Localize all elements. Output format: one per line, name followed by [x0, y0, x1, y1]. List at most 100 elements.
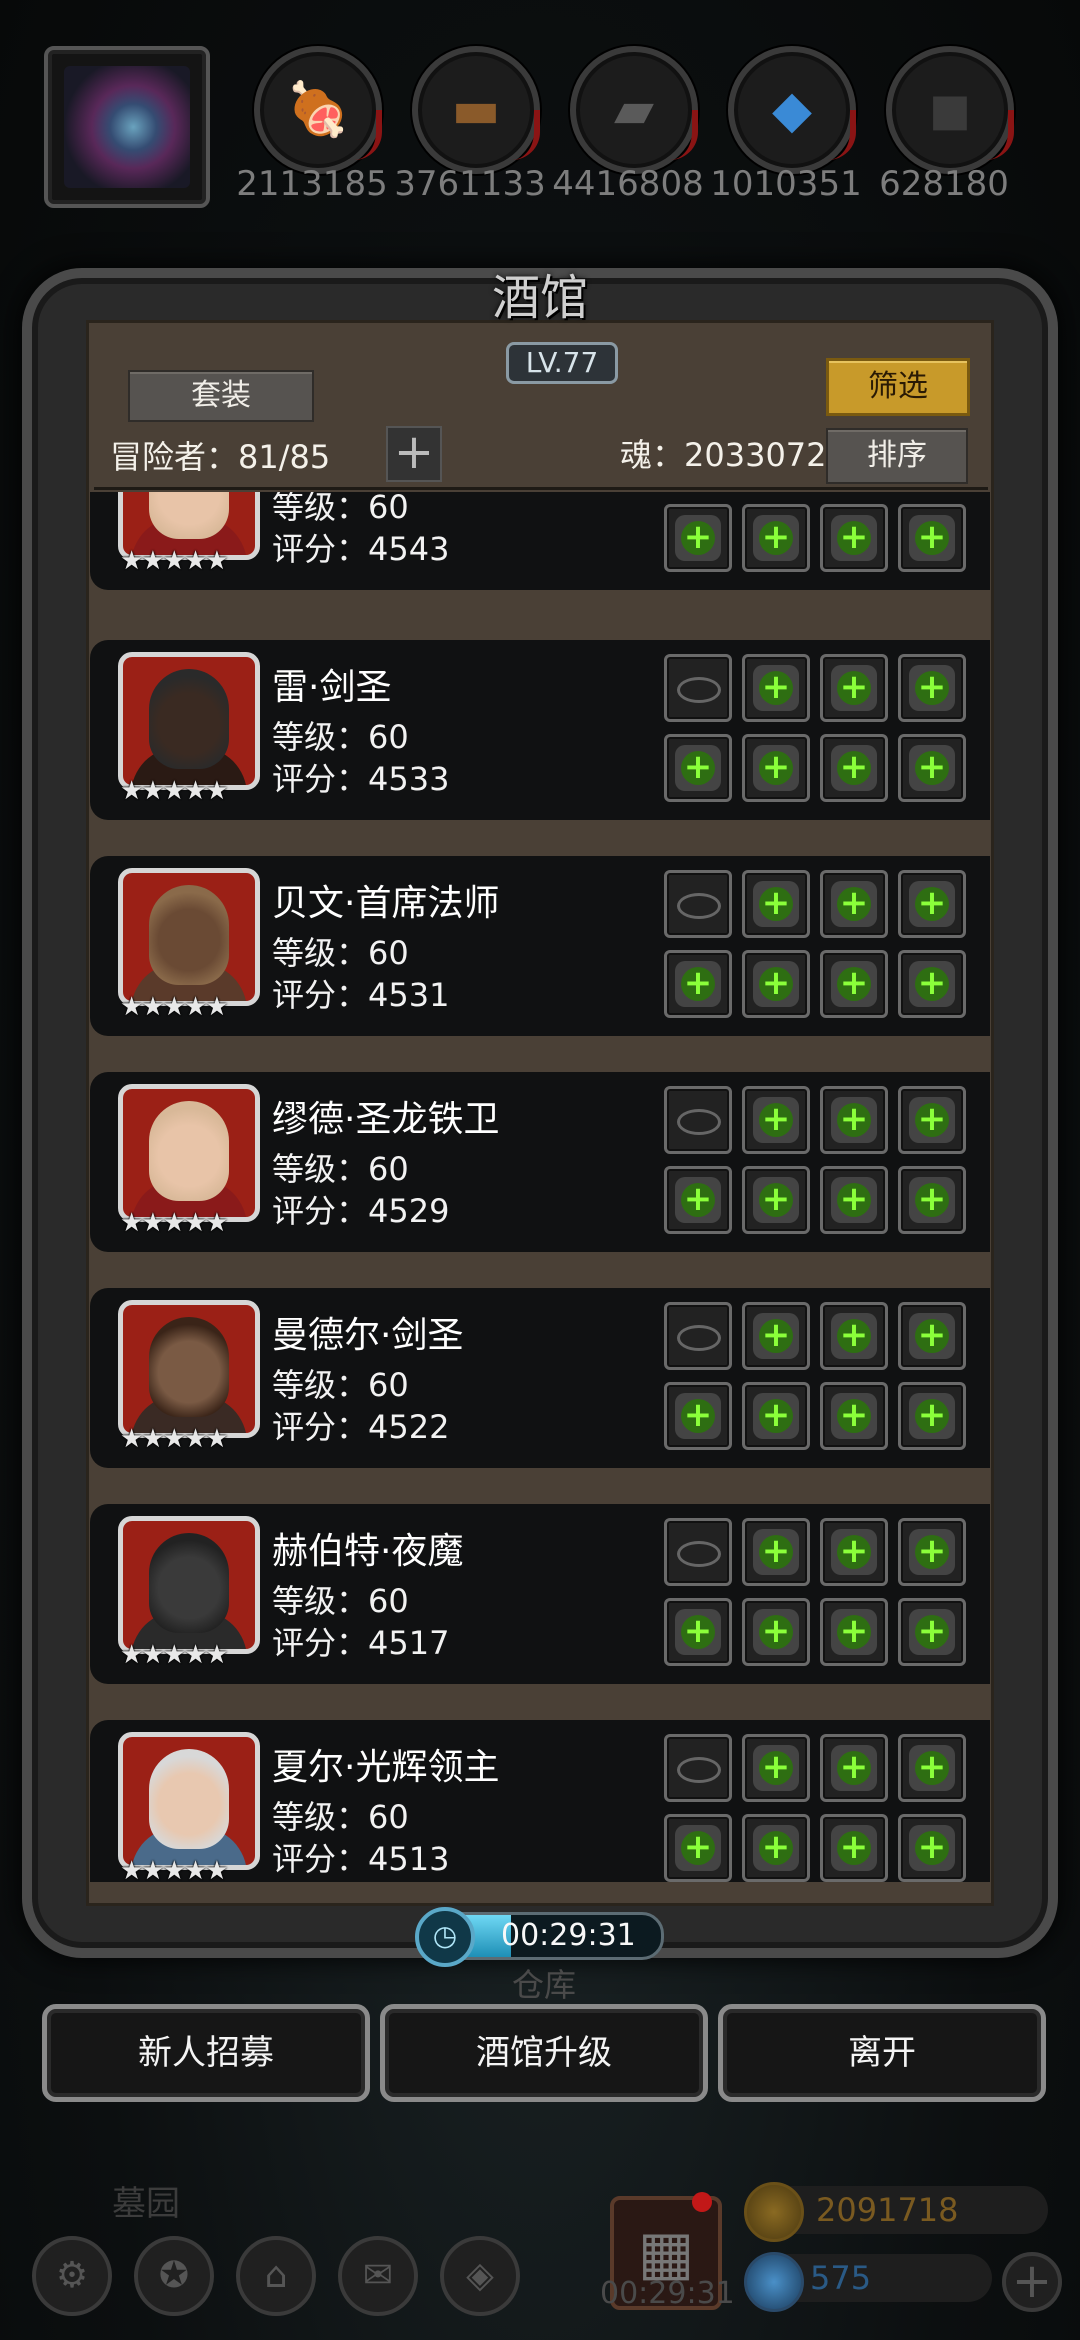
helmet-slot[interactable]: +	[742, 1086, 810, 1154]
hero-card[interactable]: ★★★★★ 曼德尔·剑圣 等级：60 评分：4522 + + + + + + +	[90, 1288, 990, 1468]
ring-slot[interactable]: +	[820, 1734, 888, 1802]
weapon-slot[interactable]: +	[664, 1814, 732, 1882]
hero-portrait[interactable]	[118, 1516, 260, 1654]
hero-score: 评分：4522	[272, 1408, 450, 1446]
ring2-slot[interactable]: +	[898, 870, 966, 938]
ring2-slot[interactable]: +	[898, 1518, 966, 1586]
hero-card[interactable]: ★★★★★ 赫伯特·夜魔 等级：60 评分：4517 + + + + + + +	[90, 1504, 990, 1684]
ring-slot[interactable]: +	[820, 1518, 888, 1586]
accessory2-slot[interactable]: +	[898, 950, 966, 1018]
accessory-slot[interactable]: +	[820, 1166, 888, 1234]
recruit-button[interactable]: 新人招募	[42, 2004, 370, 2102]
accessory-slot[interactable]: +	[820, 504, 888, 572]
player-avatar[interactable]	[44, 46, 210, 208]
accessory2-slot[interactable]: +	[898, 1166, 966, 1234]
resource-wood-icon[interactable]: ▬	[412, 46, 540, 174]
weapon-slot[interactable]: +	[664, 1166, 732, 1234]
hero-portrait[interactable]	[118, 1084, 260, 1222]
armor-slot[interactable]: +	[742, 1382, 810, 1450]
hero-name: 曼德尔·剑圣	[272, 1315, 464, 1356]
sort-button[interactable]: 排序	[826, 428, 968, 484]
helmet-slot[interactable]: +	[742, 1302, 810, 1370]
resource-iron-icon[interactable]: ▰	[570, 46, 698, 174]
helmet-slot[interactable]: +	[742, 870, 810, 938]
map-icon[interactable]: ◈	[440, 2236, 520, 2316]
accessory2-slot[interactable]: +	[898, 1598, 966, 1666]
weapon-slot[interactable]: +	[664, 1382, 732, 1450]
ring2-slot[interactable]: +	[898, 1302, 966, 1370]
necklace-slot[interactable]	[664, 1518, 732, 1586]
mail-icon[interactable]: ✉	[338, 2236, 418, 2316]
settings-gear-icon[interactable]: ⚙	[32, 2236, 112, 2316]
hero-card[interactable]: ★★★★★ 雷·剑圣 等级：60 评分：4533 + + + + + + +	[90, 640, 990, 820]
resource-crystal-icon[interactable]: ◆	[728, 46, 856, 174]
weapon-slot[interactable]: +	[664, 950, 732, 1018]
hero-list[interactable]: ★★★★★ 等级：60 评分：4543 + + + + + + + ★★★★★ 雷·剑圣 等…	[90, 492, 990, 1882]
resource-value: 4416808	[552, 164, 704, 204]
ring2-slot[interactable]: +	[898, 1086, 966, 1154]
accessory-slot[interactable]: +	[820, 1598, 888, 1666]
hero-icon[interactable]: ✪	[134, 2236, 214, 2316]
hero-portrait[interactable]	[118, 868, 260, 1006]
set-button[interactable]: 套装	[128, 370, 314, 422]
hero-portrait[interactable]	[118, 1300, 260, 1438]
add-equipment-icon: +	[759, 886, 793, 921]
accessory-slot[interactable]: +	[820, 1814, 888, 1882]
panel-title: 酒馆	[491, 270, 588, 326]
armor-slot[interactable]: +	[742, 1814, 810, 1882]
weapon-slot[interactable]: +	[664, 504, 732, 572]
add-equipment-icon: +	[837, 966, 871, 1001]
hero-card[interactable]: ★★★★★ 贝文·首席法师 等级：60 评分：4531 + + + + + + +	[90, 856, 990, 1036]
ring2-slot[interactable]: +	[898, 1734, 966, 1802]
accessory-slot[interactable]: +	[820, 1382, 888, 1450]
ring2-slot[interactable]: +	[898, 654, 966, 722]
weapon-slot[interactable]: +	[664, 734, 732, 802]
necklace-slot[interactable]	[664, 1086, 732, 1154]
add-equipment-icon: +	[915, 520, 949, 555]
accessory2-slot[interactable]: +	[898, 1382, 966, 1450]
ring-slot[interactable]: +	[820, 870, 888, 938]
add-equipment-icon: +	[681, 1830, 715, 1865]
accessory2-slot[interactable]: +	[898, 734, 966, 802]
armor-slot[interactable]: +	[742, 1166, 810, 1234]
resource-meat-icon[interactable]: 🍖	[254, 46, 382, 174]
add-currency-button[interactable]: +	[1002, 2252, 1062, 2312]
necklace-slot[interactable]	[664, 870, 732, 938]
hero-card[interactable]: ★★★★★ 夏尔·光辉领主 等级：60 评分：4513 + + + + + + +	[90, 1720, 990, 1882]
accessory-slot[interactable]: +	[820, 734, 888, 802]
accessory2-slot[interactable]: +	[898, 504, 966, 572]
add-capacity-button[interactable]: +	[386, 426, 442, 482]
hero-score: 评分：4543	[272, 530, 450, 568]
tavern-icon[interactable]: ⌂	[236, 2236, 316, 2316]
armor-slot[interactable]: +	[742, 1598, 810, 1666]
leave-button[interactable]: 离开	[718, 2004, 1046, 2102]
necklace-slot[interactable]	[664, 1734, 732, 1802]
ring-slot[interactable]: +	[820, 654, 888, 722]
resource-value: 1010351	[710, 164, 862, 204]
avatar-art	[64, 66, 190, 188]
add-equipment-icon: +	[759, 750, 793, 785]
helmet-slot[interactable]: +	[742, 1734, 810, 1802]
weapon-slot[interactable]: +	[664, 1598, 732, 1666]
hero-level: 等级：60	[272, 934, 409, 972]
add-equipment-icon: +	[837, 1182, 871, 1217]
armor-slot[interactable]: +	[742, 950, 810, 1018]
ring-slot[interactable]: +	[820, 1302, 888, 1370]
ring-slot[interactable]: +	[820, 1086, 888, 1154]
armor-slot[interactable]: +	[742, 504, 810, 572]
filter-button[interactable]: 筛选	[826, 358, 970, 416]
helmet-slot[interactable]: +	[742, 1518, 810, 1586]
hero-card[interactable]: ★★★★★ 等级：60 评分：4543 +++++++	[90, 492, 990, 590]
add-equipment-icon: +	[681, 520, 715, 555]
accessory2-slot[interactable]: +	[898, 1814, 966, 1882]
hero-portrait[interactable]	[118, 652, 260, 790]
hero-portrait[interactable]	[118, 1732, 260, 1870]
accessory-slot[interactable]: +	[820, 950, 888, 1018]
necklace-slot[interactable]	[664, 654, 732, 722]
helmet-slot[interactable]: +	[742, 654, 810, 722]
armor-slot[interactable]: +	[742, 734, 810, 802]
hero-card[interactable]: ★★★★★ 缪德·圣龙铁卫 等级：60 评分：4529 + + + + + + +	[90, 1072, 990, 1252]
resource-ore-icon[interactable]: ◼	[886, 46, 1014, 174]
tavern-upgrade-button[interactable]: 酒馆升级	[380, 2004, 708, 2102]
necklace-slot[interactable]	[664, 1302, 732, 1370]
